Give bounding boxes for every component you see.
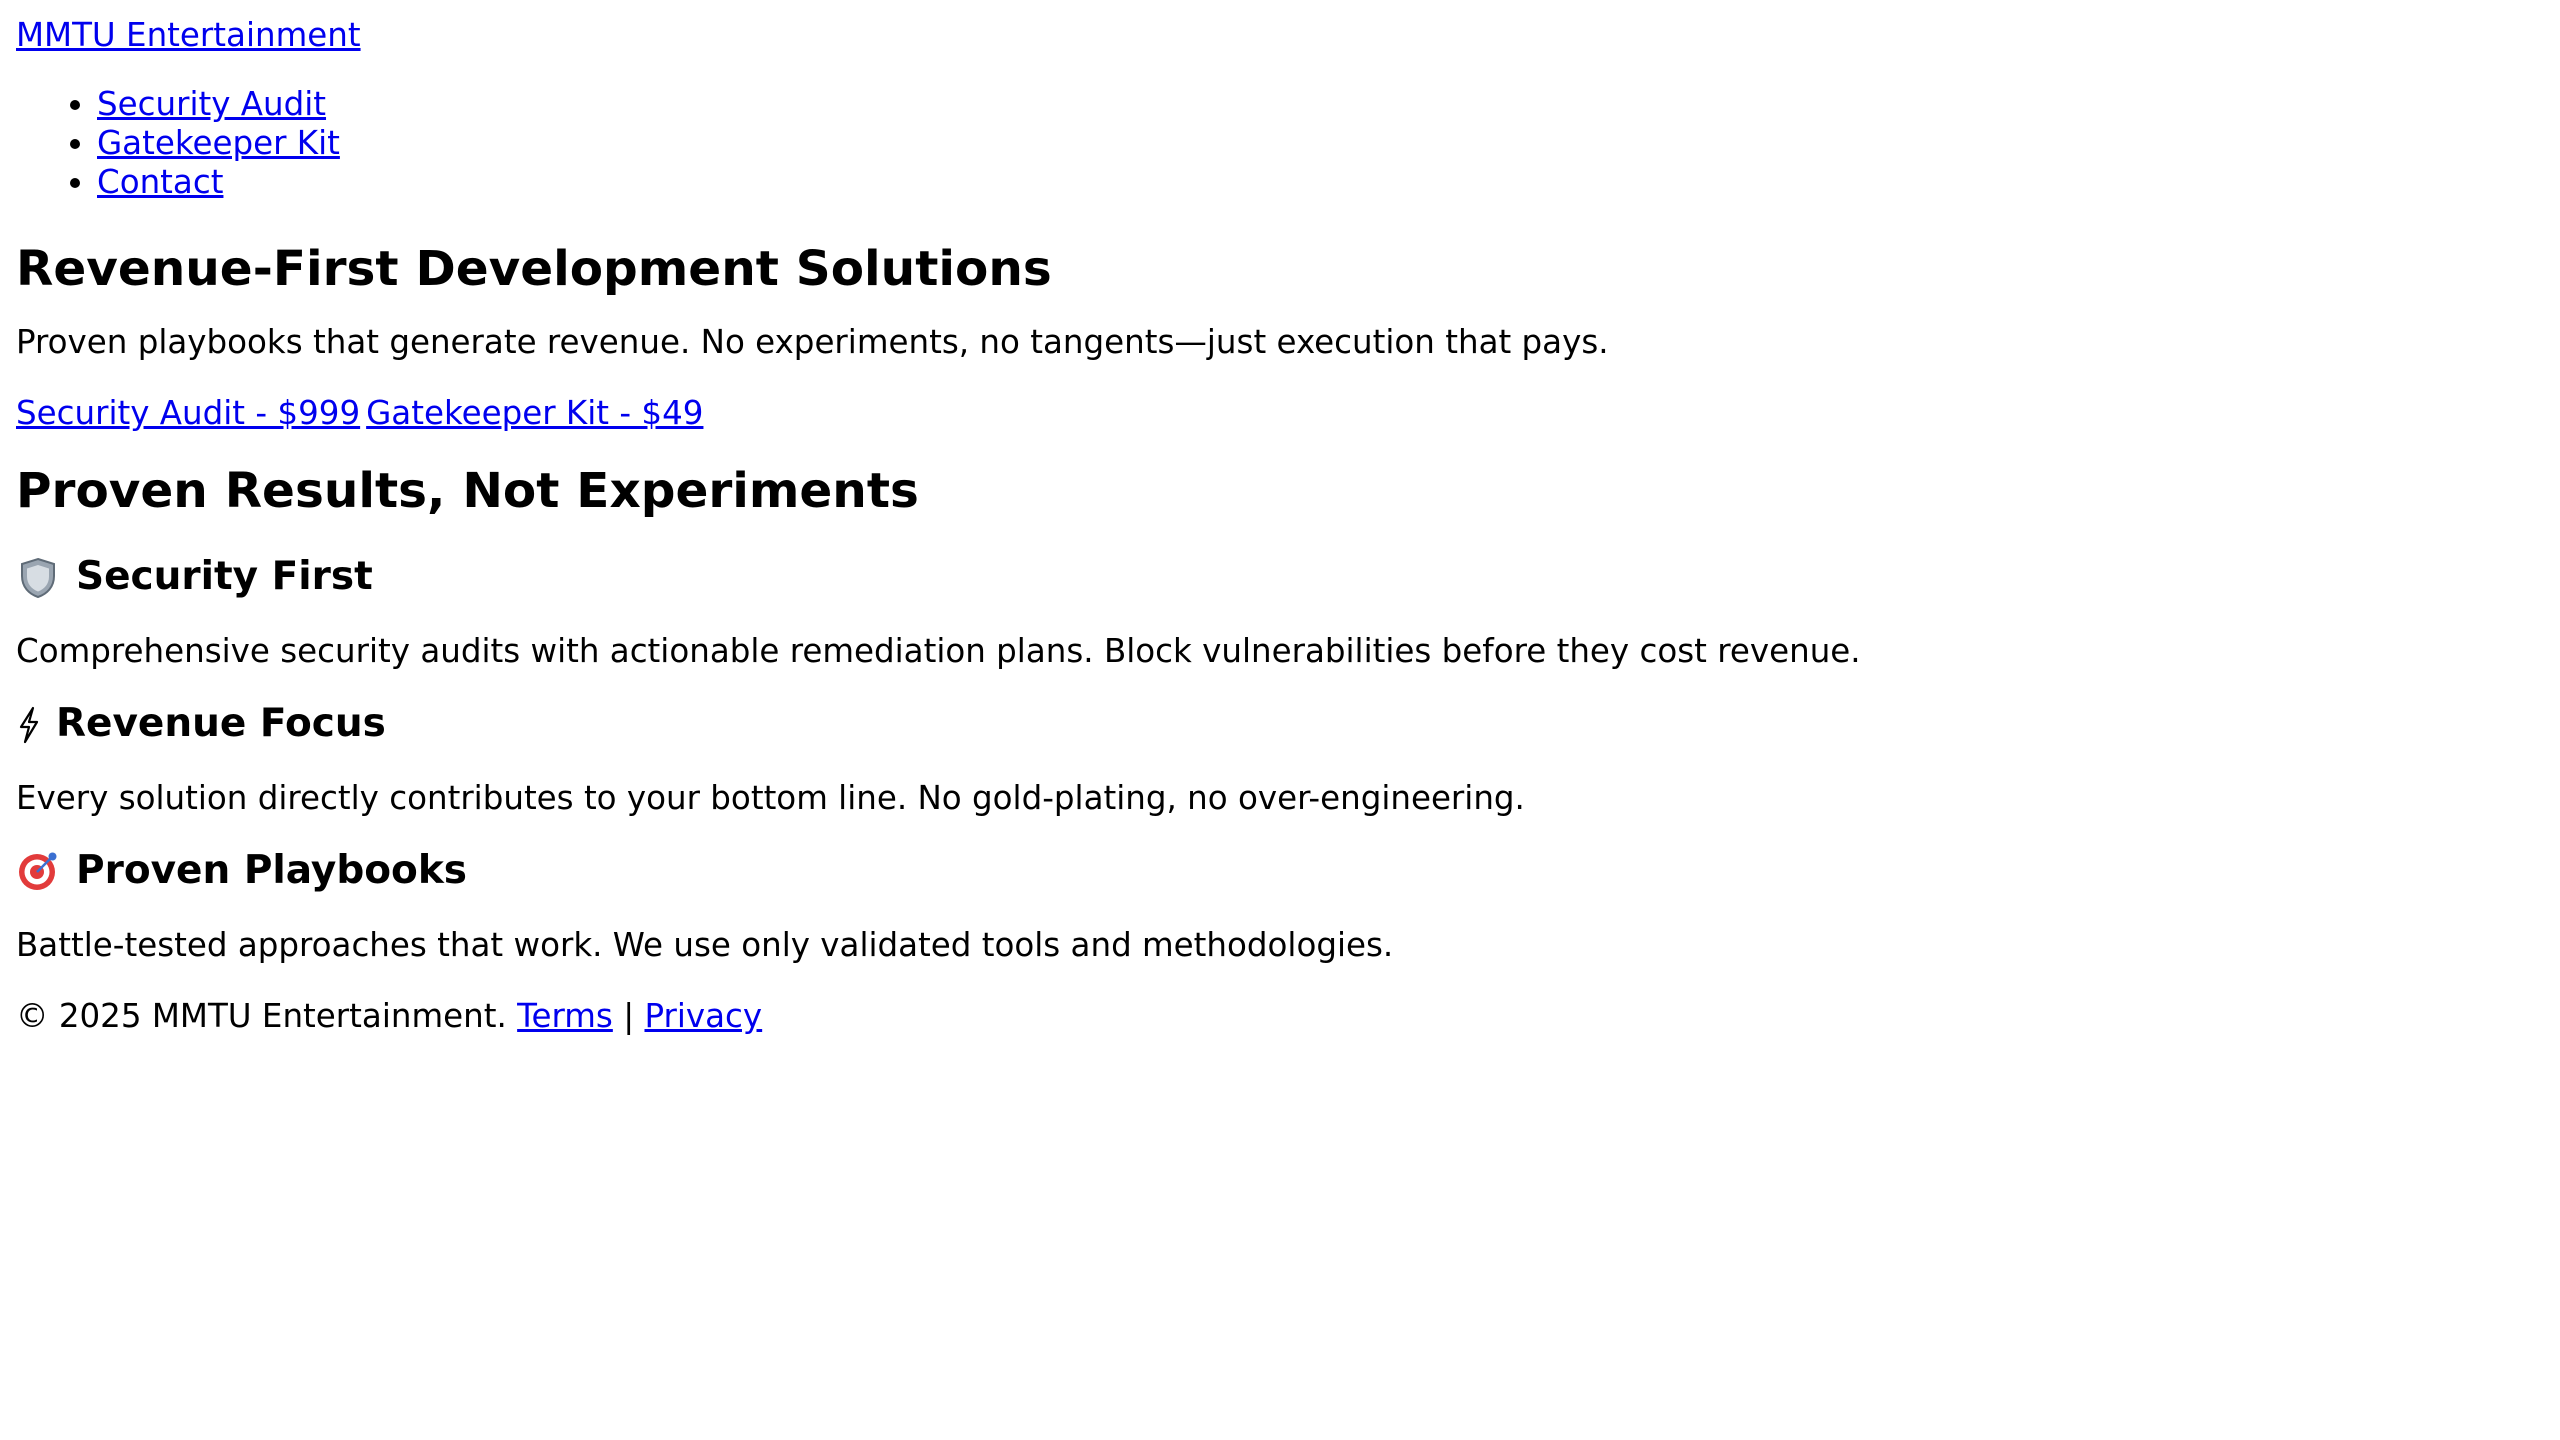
hero-title: Revenue-First Development Solutions — [16, 241, 1052, 297]
nav-link-security-audit[interactable]: Security Audit — [97, 85, 326, 123]
feature-title-proven-playbooks: Proven Playbooks — [16, 848, 2544, 895]
feature-title-revenue-focus: Revenue Focus — [16, 701, 2544, 748]
nav-link-gatekeeper-kit[interactable]: Gatekeeper Kit — [97, 124, 340, 162]
security-audit-cta-link[interactable]: Security Audit - $999 — [16, 394, 360, 432]
nav-item-security-audit: Security Audit — [97, 85, 2544, 124]
features-title: Proven Results, Not Experiments — [16, 463, 919, 520]
feature-description-revenue-focus: Every solution directly contributes to y… — [16, 778, 1525, 817]
nav-list: Security Audit Gatekeeper Kit Contact — [16, 85, 2544, 202]
feature-title-text: Revenue Focus — [56, 701, 386, 747]
hero-subtitle: Proven playbooks that generate revenue. … — [16, 323, 1609, 362]
footer-separator: | — [623, 996, 635, 1035]
hero-section: Revenue-First Development Solutions Prov… — [16, 240, 2544, 433]
main-nav: Security Audit Gatekeeper Kit Contact — [16, 85, 2544, 202]
lightning-icon — [16, 703, 42, 747]
nav-link-contact[interactable]: Contact — [97, 163, 223, 201]
feature-description-proven-playbooks: Battle-tested approaches that work. We u… — [16, 925, 1394, 964]
feature-description-security-first: Comprehensive security audits with actio… — [16, 632, 1861, 671]
privacy-link[interactable]: Privacy — [644, 997, 762, 1035]
feature-title-text: Proven Playbooks — [76, 847, 467, 893]
gatekeeper-kit-cta-link[interactable]: Gatekeeper Kit - $49 — [366, 394, 703, 432]
footer-copyright: © 2025 MMTU Entertainment. — [16, 996, 507, 1035]
target-icon — [16, 849, 60, 893]
shield-icon — [16, 556, 60, 600]
feature-title-text: Security First — [76, 554, 373, 600]
cta-row: Security Audit - $999 Gatekeeper Kit - $4… — [16, 394, 2544, 433]
brand-link[interactable]: MMTU Entertainment — [16, 16, 361, 54]
nav-item-gatekeeper-kit: Gatekeeper Kit — [97, 124, 2544, 163]
features-section: Proven Results, Not Experiments Security… — [16, 462, 2544, 965]
terms-link[interactable]: Terms — [517, 997, 613, 1035]
site-header: MMTU Entertainment Security Audit Gateke… — [16, 16, 2544, 202]
nav-item-contact: Contact — [97, 163, 2544, 202]
feature-title-security-first: Security First — [16, 554, 2544, 601]
site-footer: © 2025 MMTU Entertainment. Terms | Priva… — [16, 997, 2544, 1036]
